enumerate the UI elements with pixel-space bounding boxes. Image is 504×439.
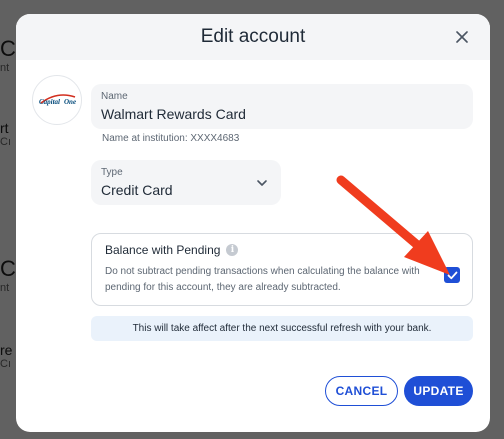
institution-name: Name at institution: XXXX4683 xyxy=(102,133,240,144)
refresh-notice: This will take affect after the next suc… xyxy=(91,316,473,341)
type-label: Type xyxy=(101,167,123,178)
pending-title: Balance with Pending xyxy=(105,243,221,257)
pending-checkbox[interactable] xyxy=(444,267,460,283)
svg-text:One: One xyxy=(64,98,76,106)
close-button[interactable] xyxy=(452,27,472,47)
name-label: Name xyxy=(101,91,128,102)
type-select[interactable]: Type Credit Card xyxy=(91,160,281,205)
cancel-button[interactable]: CANCEL xyxy=(325,376,398,406)
capital-one-logo: Capital One xyxy=(39,94,76,106)
edit-account-modal: Edit account Capital One Name Walmart Re… xyxy=(16,14,490,432)
pending-title-row: Balance with Pending i xyxy=(105,243,239,257)
institution-logo: Capital One xyxy=(32,75,82,125)
balance-with-pending-box: Balance with Pending i Do not subtract p… xyxy=(91,233,473,306)
info-icon[interactable]: i xyxy=(226,244,239,256)
chevron-down-icon xyxy=(257,180,267,186)
type-value: Credit Card xyxy=(101,182,173,198)
modal-title: Edit account xyxy=(200,26,306,47)
modal-header: Edit account xyxy=(16,14,490,60)
close-icon xyxy=(456,31,468,43)
name-value[interactable]: Walmart Rewards Card xyxy=(101,106,246,122)
check-icon xyxy=(447,271,457,279)
update-button[interactable]: UPDATE xyxy=(404,376,473,406)
name-field[interactable]: Name Walmart Rewards Card xyxy=(91,84,473,129)
pending-description: Do not subtract pending transactions whe… xyxy=(105,266,420,293)
svg-text:Capital: Capital xyxy=(39,98,60,106)
